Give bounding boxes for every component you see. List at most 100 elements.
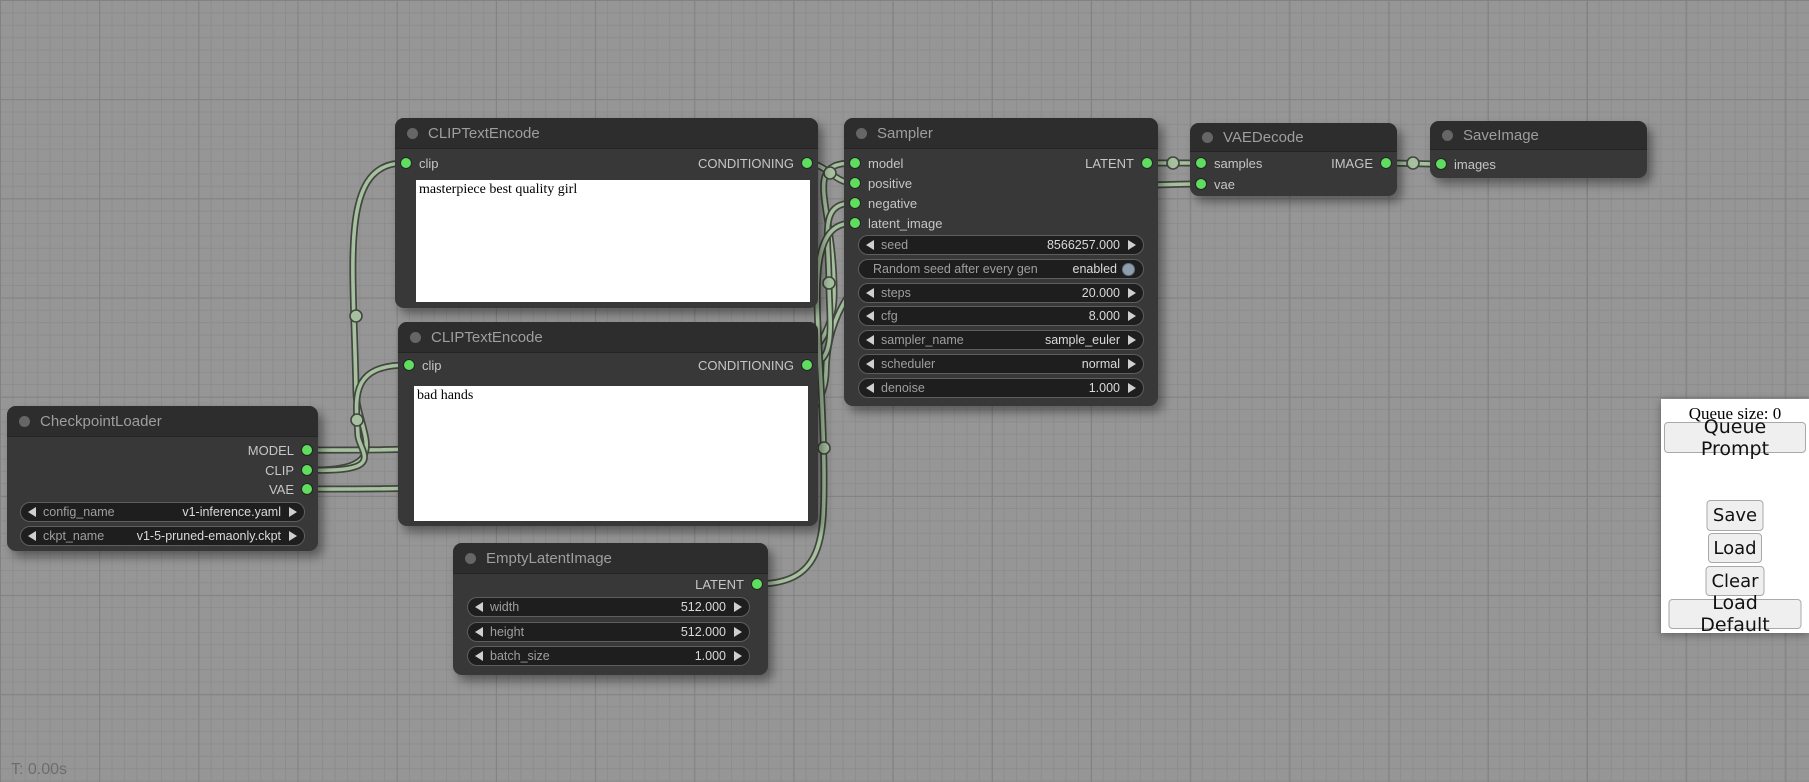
widget-steps[interactable]: steps 20.000 [858, 283, 1144, 303]
prompt-textarea[interactable]: bad hands [414, 386, 808, 521]
widget-batch-size[interactable]: batch_size 1.000 [467, 646, 750, 666]
decrement-arrow-icon[interactable] [475, 602, 483, 612]
increment-arrow-icon[interactable] [1128, 311, 1136, 321]
node-title-bar[interactable]: EmptyLatentImage [453, 543, 768, 574]
save-button[interactable]: Save [1707, 500, 1764, 531]
slot-dot-icon[interactable] [1381, 158, 1391, 168]
output-slot-model[interactable]: MODEL [248, 440, 312, 460]
slot-dot-icon[interactable] [302, 465, 312, 475]
input-slot-latent-image[interactable]: latent_image [850, 213, 942, 233]
slot-dot-icon[interactable] [802, 360, 812, 370]
prev-option-arrow-icon[interactable] [28, 531, 36, 541]
slot-dot-icon[interactable] [850, 158, 860, 168]
widget-ckpt-name[interactable]: ckpt_name v1-5-pruned-emaonly.ckpt [20, 526, 305, 546]
input-slot-model[interactable]: model [850, 153, 903, 173]
slot-dot-icon[interactable] [302, 484, 312, 494]
node-title-bar[interactable]: CLIPTextEncode [395, 118, 818, 149]
slot-dot-icon[interactable] [1142, 158, 1152, 168]
widget-config-name[interactable]: config_name v1-inference.yaml [20, 502, 305, 522]
node-graph-canvas[interactable]: CLIPTextEncode clip CONDITIONING masterp… [0, 0, 1809, 782]
input-slot-vae[interactable]: vae [1196, 174, 1235, 194]
slot-dot-icon[interactable] [401, 158, 411, 168]
increment-arrow-icon[interactable] [734, 602, 742, 612]
widget-cfg[interactable]: cfg 8.000 [858, 306, 1144, 326]
widget-denoise[interactable]: denoise 1.000 [858, 378, 1144, 398]
node-cliptextencode-negative[interactable]: CLIPTextEncode clip CONDITIONING bad han… [398, 322, 818, 526]
widget-random-seed-toggle[interactable]: Random seed after every gen enabled [858, 259, 1144, 279]
increment-arrow-icon[interactable] [1128, 359, 1136, 369]
slot-dot-icon[interactable] [802, 158, 812, 168]
increment-arrow-icon[interactable] [734, 627, 742, 637]
next-option-arrow-icon[interactable] [289, 507, 297, 517]
output-slot-latent[interactable]: LATENT [1085, 153, 1152, 173]
collapse-dot-icon[interactable] [19, 416, 30, 427]
node-emptylatentimage[interactable]: EmptyLatentImage LATENT width 512.000 he… [453, 543, 768, 675]
decrement-arrow-icon[interactable] [866, 383, 874, 393]
node-title-bar[interactable]: CheckpointLoader [7, 406, 318, 437]
node-vaedecode[interactable]: VAEDecode samples vae IMAGE [1190, 123, 1397, 196]
queue-prompt-button[interactable]: Queue Prompt [1664, 422, 1806, 453]
widget-height[interactable]: height 512.000 [467, 622, 750, 642]
next-option-arrow-icon[interactable] [289, 531, 297, 541]
prev-option-arrow-icon[interactable] [28, 507, 36, 517]
increment-arrow-icon[interactable] [1128, 288, 1136, 298]
node-sampler[interactable]: Sampler model positive negative latent_i… [844, 118, 1158, 406]
node-checkpointloader[interactable]: CheckpointLoader MODEL CLIP VAE config_n… [7, 406, 318, 551]
decrement-arrow-icon[interactable] [475, 627, 483, 637]
input-slot-images[interactable]: images [1436, 154, 1496, 174]
collapse-dot-icon[interactable] [1442, 130, 1453, 141]
node-title-bar[interactable]: CLIPTextEncode [398, 322, 818, 353]
node-cliptextencode-positive[interactable]: CLIPTextEncode clip CONDITIONING masterp… [395, 118, 818, 308]
collapse-dot-icon[interactable] [410, 332, 421, 343]
output-slot-latent[interactable]: LATENT [695, 574, 762, 594]
widget-width[interactable]: width 512.000 [467, 597, 750, 617]
slot-dot-icon[interactable] [850, 178, 860, 188]
slot-dot-icon[interactable] [1196, 158, 1206, 168]
input-slot-clip[interactable]: clip [401, 153, 439, 173]
increment-arrow-icon[interactable] [1128, 383, 1136, 393]
node-title-bar[interactable]: SaveImage [1430, 121, 1647, 150]
slot-dot-icon[interactable] [404, 360, 414, 370]
node-title-bar[interactable]: VAEDecode [1190, 123, 1397, 152]
collapse-dot-icon[interactable] [856, 128, 867, 139]
decrement-arrow-icon[interactable] [866, 311, 874, 321]
slot-dot-icon[interactable] [850, 198, 860, 208]
increment-arrow-icon[interactable] [1128, 240, 1136, 250]
toggle-circle-icon[interactable] [1122, 263, 1135, 276]
decrement-arrow-icon[interactable] [866, 288, 874, 298]
node-title-bar[interactable]: Sampler [844, 118, 1158, 149]
collapse-dot-icon[interactable] [465, 553, 476, 564]
decrement-arrow-icon[interactable] [866, 335, 874, 345]
input-slot-clip[interactable]: clip [404, 355, 442, 375]
slot-dot-icon[interactable] [302, 445, 312, 455]
decrement-arrow-icon[interactable] [866, 359, 874, 369]
collapse-dot-icon[interactable] [1202, 132, 1213, 143]
output-slot-conditioning[interactable]: CONDITIONING [698, 153, 812, 173]
slot-dot-icon[interactable] [1196, 179, 1206, 189]
increment-arrow-icon[interactable] [734, 651, 742, 661]
widget-value: sample_euler [1045, 333, 1120, 347]
slot-label: negative [868, 196, 917, 211]
prompt-textarea[interactable]: masterpiece best quality girl [416, 180, 810, 302]
output-slot-image[interactable]: IMAGE [1331, 153, 1391, 173]
slot-dot-icon[interactable] [850, 218, 860, 228]
input-slot-samples[interactable]: samples [1196, 153, 1262, 173]
widget-scheduler[interactable]: scheduler normal [858, 354, 1144, 374]
decrement-arrow-icon[interactable] [866, 240, 874, 250]
output-slot-conditioning[interactable]: CONDITIONING [698, 355, 812, 375]
output-slot-clip[interactable]: CLIP [265, 460, 312, 480]
slot-dot-icon[interactable] [752, 579, 762, 589]
decrement-arrow-icon[interactable] [475, 651, 483, 661]
slot-dot-icon[interactable] [1436, 159, 1446, 169]
load-default-button[interactable]: Load Default [1669, 599, 1802, 629]
load-button[interactable]: Load [1708, 533, 1762, 563]
increment-arrow-icon[interactable] [1128, 335, 1136, 345]
widget-seed[interactable]: seed 8566257.000 [858, 235, 1144, 255]
link-center-dot [351, 414, 363, 426]
output-slot-vae[interactable]: VAE [269, 479, 312, 499]
collapse-dot-icon[interactable] [407, 128, 418, 139]
input-slot-negative[interactable]: negative [850, 193, 917, 213]
node-saveimage[interactable]: SaveImage images [1430, 121, 1647, 178]
input-slot-positive[interactable]: positive [850, 173, 912, 193]
widget-sampler-name[interactable]: sampler_name sample_euler [858, 330, 1144, 350]
